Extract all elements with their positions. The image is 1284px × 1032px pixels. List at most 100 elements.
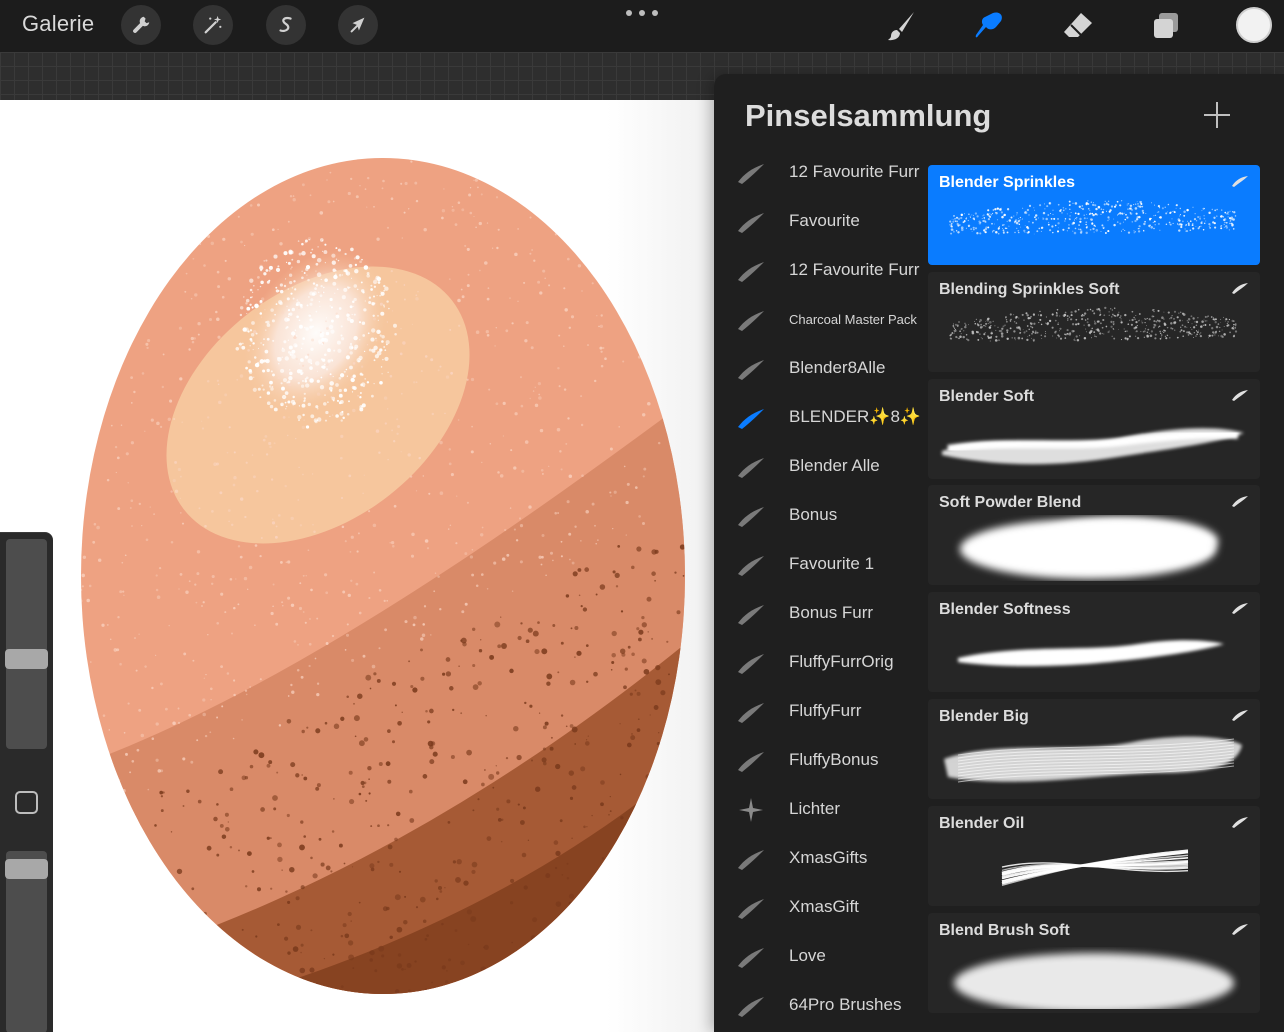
brush-card[interactable]: Blender Soft (928, 378, 1260, 479)
brush-name: Blending Sprinkles Soft (939, 280, 1120, 298)
panel-title: Pinselsammlung (745, 98, 992, 133)
brush-set-item[interactable]: XmasGifts (714, 834, 926, 883)
actions-button[interactable] (121, 5, 161, 45)
brush-stroke-icon (736, 356, 766, 382)
brush-set-item[interactable]: Favourite 1 (714, 540, 926, 589)
brush-set-item[interactable]: Lichter (714, 785, 926, 834)
smudge-tool-button[interactable] (970, 6, 1010, 46)
eraser-tool-button[interactable] (1058, 6, 1098, 46)
brush-card[interactable]: Blender Softness (928, 592, 1260, 693)
brush-set-item[interactable]: Love (714, 932, 926, 981)
brush-card[interactable]: Blender Big (928, 699, 1260, 799)
brush-library-panel: Pinselsammlung 12 Favourite Furr Favourit… (714, 74, 1284, 1032)
smudge-icon (975, 12, 1002, 38)
paint-tool-button[interactable] (882, 6, 922, 46)
brush-name: Blender Softness (939, 601, 1071, 619)
brush-set-item[interactable]: FluffyBonus (714, 736, 926, 785)
dot-icon (652, 10, 658, 16)
brush-stroke-preview (938, 195, 1250, 261)
brush-name: Blend Brush Soft (939, 921, 1070, 939)
brush-set-label: FluffyFurr (789, 701, 862, 720)
brush-stroke-icon (736, 601, 766, 627)
egg-artwork (81, 158, 685, 994)
brush-card[interactable]: Blender Sprinkles (928, 165, 1260, 265)
brush-set-item[interactable]: XmasGift (714, 883, 926, 932)
square-icon[interactable] (15, 791, 38, 814)
brush-card[interactable]: Blender Oil (928, 805, 1260, 906)
opacity-slider-handle[interactable] (5, 859, 48, 880)
brush-type-icon (1230, 922, 1250, 936)
brush-set-label: 64Pro Brushes (789, 995, 902, 1014)
brush-set-label: Bonus (789, 505, 838, 524)
eraser-icon (1064, 13, 1092, 37)
brush-stroke-preview (938, 622, 1250, 688)
brush-size-slider[interactable] (6, 539, 47, 749)
brush-set-label: XmasGifts (789, 848, 868, 867)
selection-button[interactable] (266, 5, 306, 45)
brush-set-label: BLENDER✨8✨ (789, 407, 922, 426)
brush-name: Blender Sprinkles (939, 174, 1076, 191)
brush-set-item[interactable]: Charcoal Master Pack (714, 295, 926, 344)
brush-size-slider-handle[interactable] (5, 649, 48, 670)
brush-stroke-icon (736, 209, 766, 235)
top-toolbar: Galerie (0, 0, 1284, 52)
selection-icon (279, 17, 292, 32)
color-picker-button[interactable] (1236, 7, 1272, 43)
brush-set-list: 12 Favourite Furr Favourite 12 Favourite F… (714, 148, 926, 1032)
brush-set-label: Bonus Furr (789, 603, 874, 622)
paintbrush-icon (888, 12, 914, 41)
drawing-canvas[interactable] (0, 100, 714, 1032)
brush-card[interactable]: Blend Brush Soft (928, 912, 1260, 1013)
brush-set-label: 12 Favourite Furr (789, 260, 920, 279)
brush-stroke-icon (736, 846, 766, 872)
brush-stroke-icon (736, 650, 766, 676)
transform-button[interactable] (338, 5, 378, 45)
brush-name: Blender Big (939, 708, 1029, 725)
brush-stroke-preview (938, 409, 1250, 475)
brush-set-item[interactable]: Bonus (714, 491, 926, 540)
brush-stroke-icon (736, 993, 766, 1019)
brush-stroke-icon (736, 748, 766, 774)
brush-set-label: Lichter (789, 799, 841, 818)
brush-stroke-icon (736, 552, 766, 578)
layers-icon (1154, 13, 1178, 38)
brush-set-item[interactable]: Favourite (714, 197, 926, 246)
brush-set-label: FluffyBonus (789, 750, 879, 769)
brush-name: Blender Soft (939, 387, 1035, 405)
layers-button[interactable] (1146, 6, 1186, 46)
brush-stroke-preview (938, 302, 1250, 368)
brush-stroke-icon (736, 699, 766, 725)
brush-card[interactable]: Soft Powder Blend (928, 485, 1260, 586)
transform-arrow-icon (350, 17, 365, 33)
brush-type-icon (1230, 388, 1250, 402)
adjustments-button[interactable] (193, 5, 233, 45)
gallery-button[interactable]: Galerie (22, 11, 94, 37)
brush-set-item[interactable]: 12 Favourite Furr (714, 148, 926, 197)
brush-type-icon (1230, 601, 1250, 615)
brush-type-icon (1230, 708, 1250, 722)
brush-stroke-icon (736, 258, 766, 284)
wrench-icon (133, 16, 150, 33)
brush-set-label: Blender8Alle (789, 358, 886, 377)
more-options-button[interactable] (626, 8, 658, 18)
brush-set-item[interactable]: 12 Favourite Furr (714, 246, 926, 295)
dot-icon (626, 10, 632, 16)
brush-set-item[interactable]: Bonus Furr (714, 589, 926, 638)
plus-icon[interactable] (1202, 100, 1232, 130)
brush-stroke-icon (736, 405, 766, 431)
left-sidebar (0, 532, 53, 1032)
brush-set-item[interactable]: FluffyFurr (714, 687, 926, 736)
brush-set-label: Charcoal Master Pack (789, 312, 917, 327)
brush-card[interactable]: Blending Sprinkles Soft (928, 271, 1260, 372)
brush-list: Blender Sprinkles Blending Sprinkles Soft… (928, 165, 1260, 1032)
brush-stroke-preview (938, 729, 1250, 795)
brush-set-item[interactable]: BLENDER✨8✨ (714, 393, 926, 442)
brush-set-item[interactable]: Blender Alle (714, 442, 926, 491)
brush-type-icon (1230, 281, 1250, 295)
brush-set-label: Favourite 1 (789, 554, 875, 573)
brush-set-item[interactable]: FluffyFurrOrig (714, 638, 926, 687)
brush-set-item[interactable]: 64Pro Brushes (714, 981, 926, 1030)
brush-name: Soft Powder Blend (939, 494, 1082, 512)
brush-type-icon (1230, 174, 1250, 188)
brush-set-item[interactable]: Blender8Alle (714, 344, 926, 393)
